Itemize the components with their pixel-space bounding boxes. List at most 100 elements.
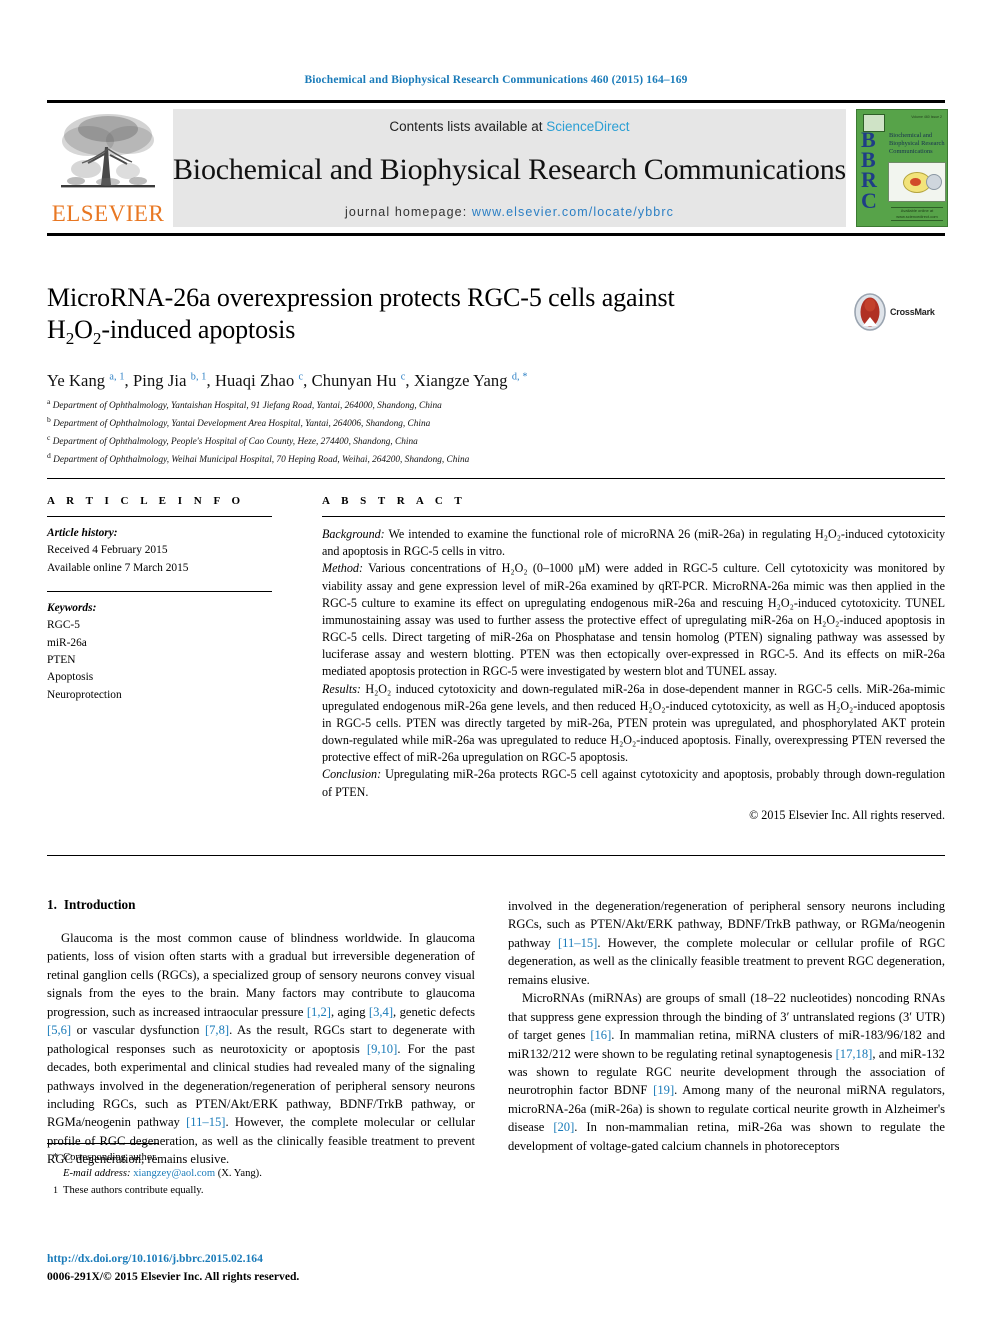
abstract-results-label: Results: <box>322 681 361 696</box>
affiliation-item: d Department of Ophthalmology, Weihai Mu… <box>47 451 470 466</box>
author-item[interactable]: Huaqi Zhao c <box>215 371 303 390</box>
abstract-conclusion-text: Upregulating miR-26a protects RGC-5 cell… <box>322 767 945 799</box>
keyword-item: miR-26a <box>47 636 87 649</box>
citation-ref[interactable]: [17,18] <box>836 1047 873 1061</box>
citation-ref[interactable]: [7,8] <box>205 1023 229 1037</box>
crossmark-badge[interactable]: CrossMark <box>853 290 945 334</box>
affiliation-item: b Department of Ophthalmology, Yantai De… <box>47 415 431 430</box>
info-band-top-rule <box>47 478 945 479</box>
footnote-equal-contribution: 1 These authors contribute equally. <box>47 1183 477 1204</box>
author-affil-mark: b, 1 <box>190 371 207 383</box>
elsevier-tree-icon <box>61 114 155 188</box>
article-info-heading: A R T I C L E I N F O <box>47 495 245 507</box>
intro-paragraph-1: Glaucoma is the most common cause of bli… <box>47 931 476 1167</box>
citation-ref[interactable]: [1,2] <box>307 1005 331 1019</box>
footnote-corresponding-text: Corresponding author. <box>63 1152 158 1163</box>
article-history-received: Received 4 February 2015 <box>47 544 168 557</box>
keywords-section: Keywords: RGC-5 miR-26a PTEN Apoptosis N… <box>47 600 292 704</box>
article-info-section: A R T I C L E I N F O Article history: R… <box>47 495 292 704</box>
abstract-method-text: Various concentrations of H₂O₂ (0–1000 μ… <box>322 561 945 679</box>
title-area: MicroRNA-26a overexpression protects RGC… <box>47 282 837 350</box>
article-page: Biochemical and Biophysical Research Com… <box>0 0 992 1323</box>
intro-paragraph-2: MicroRNAs (miRNAs) are groups of small (… <box>508 991 946 1153</box>
author-affil-mark: c <box>400 371 406 383</box>
footnote-equal-text: These authors contribute equally. <box>63 1184 204 1196</box>
author-item[interactable]: Xiangze Yang d, * <box>414 371 528 390</box>
keywords-label: Keywords: <box>47 601 97 614</box>
article-info-rule <box>47 516 272 517</box>
footnote-marker: * <box>52 1152 58 1163</box>
running-head: Biochemical and Biophysical Research Com… <box>304 74 688 86</box>
abstract-paragraph-method: Method: Various concentrations of H₂O₂ (… <box>322 560 945 680</box>
journal-homepage-line: journal homepage: www.elsevier.com/locat… <box>345 205 674 219</box>
abstract-copyright: © 2015 Elsevier Inc. All rights reserved… <box>749 807 945 822</box>
crossmark-label: CrossMark <box>890 307 935 317</box>
citation-ref[interactable]: [3,4] <box>369 1005 393 1019</box>
keyword-item: Apoptosis <box>47 671 94 684</box>
article-history-label: Article history: <box>47 527 118 539</box>
info-band-bottom-rule <box>47 855 945 856</box>
footnote-section: * Corresponding author. E-mail address: … <box>47 1150 477 1204</box>
email-suffix: (X. Yang). <box>217 1168 262 1180</box>
footnote-email-line: E-mail address: xiangzey@aol.com (X. Yan… <box>63 1166 262 1182</box>
author-item[interactable]: Chunyan Hu c <box>312 371 406 390</box>
body-column-right: involved in the degeneration/regeneratio… <box>508 897 945 1155</box>
abstract-results-text: H₂O₂ induced cytotoxicity and down-regul… <box>322 681 945 765</box>
author-affil-mark: d, * <box>511 371 528 383</box>
issn-copyright-line: 0006-291X/© 2015 Elsevier Inc. All right… <box>47 1270 300 1283</box>
abstract-method-label: Method: <box>322 561 363 576</box>
cover-footer-text: Available online at www.sciencedirect.co… <box>890 207 943 221</box>
crossmark-icon <box>854 293 886 331</box>
author-affil-mark: a, 1 <box>109 371 125 383</box>
article-history-online: Available online 7 March 2015 <box>47 561 189 574</box>
keyword-item: PTEN <box>47 653 76 666</box>
abstract-paragraph-conclusion: Conclusion: Upregulating miR-26a protect… <box>322 766 945 800</box>
title-line-2-rest: -induced apoptosis <box>101 315 296 345</box>
journal-homepage-link[interactable]: www.elsevier.com/locate/ybbrc <box>472 205 674 219</box>
citation-ref[interactable]: [5,6] <box>47 1023 71 1037</box>
title-line-2-o: O <box>74 315 93 345</box>
abstract-heading: A B S T R A C T <box>322 495 467 507</box>
abstract-background-text: We intended to examine the functional ro… <box>322 527 945 559</box>
footnote-rule <box>47 1143 159 1144</box>
cover-figure-icon <box>887 162 946 202</box>
citation-ref[interactable]: [11–15] <box>558 936 597 950</box>
citation-ref[interactable]: [9,10] <box>367 1042 397 1056</box>
intro-paragraph-1-cont: involved in the degeneration/regeneratio… <box>508 897 945 989</box>
citation-ref[interactable]: [16] <box>590 1028 611 1042</box>
cover-bbrc-letters: BBRC <box>860 127 877 213</box>
journal-title: Biochemical and Biophysical Research Com… <box>173 152 846 186</box>
cover-image: Volume 460 Issue 2 BBRC Biochemical and … <box>855 109 948 227</box>
cover-volume-text: Volume 460 Issue 2 <box>911 115 942 119</box>
cover-journal-title: Biochemical and Biophysical Research Com… <box>888 132 945 156</box>
footnote-email: E-mail address: xiangzey@aol.com (X. Yan… <box>47 1166 477 1182</box>
sciencedirect-link[interactable]: ScienceDirect <box>546 119 629 134</box>
abstract-conclusion-label: Conclusion: <box>322 767 382 782</box>
abstract-paragraph-background: Background: We intended to examine the f… <box>322 526 945 560</box>
section-title: Introduction <box>63 897 136 912</box>
citation-ref[interactable]: [19] <box>653 1083 674 1097</box>
abstract-paragraph-results: Results: H₂O₂ induced cytotoxicity and d… <box>322 681 945 767</box>
contents-prefix: Contents lists available at <box>389 119 547 134</box>
section-heading-introduction: 1. Introduction <box>47 897 475 913</box>
journal-cover-thumbnail: Volume 460 Issue 2 BBRC Biochemical and … <box>850 103 954 233</box>
affiliation-item: c Department of Ophthalmology, People's … <box>47 433 418 448</box>
email-link[interactable]: xiangzey@aol.com <box>133 1168 215 1179</box>
citation-ref[interactable]: [20] <box>553 1120 574 1134</box>
abstract-background-label: Background: <box>322 527 385 541</box>
email-label: E-mail address: <box>63 1168 131 1180</box>
keywords-rule <box>47 590 272 592</box>
citation-ref[interactable]: [11–15] <box>186 1115 225 1129</box>
footnote-marker: 1 <box>53 1184 58 1196</box>
author-item[interactable]: Ping Jia b, 1 <box>133 371 206 390</box>
abstract-body: Background: We intended to examine the f… <box>322 526 945 824</box>
contents-available-line: Contents lists available at ScienceDirec… <box>389 119 629 134</box>
abstract-rule <box>322 516 945 517</box>
affiliation-item: a Department of Ophthalmology, Yantaisha… <box>47 397 442 412</box>
homepage-prefix: journal homepage: <box>345 205 472 219</box>
page-title: MicroRNA-26a overexpression protects RGC… <box>47 282 837 350</box>
journal-masthead: ELSEVIER Contents lists available at Sci… <box>47 100 948 236</box>
elsevier-logo: ELSEVIER <box>47 103 169 233</box>
author-item[interactable]: Ye Kang a, 1 <box>47 371 125 390</box>
doi-link[interactable]: http://dx.doi.org/10.1016/j.bbrc.2015.02… <box>47 1252 263 1265</box>
